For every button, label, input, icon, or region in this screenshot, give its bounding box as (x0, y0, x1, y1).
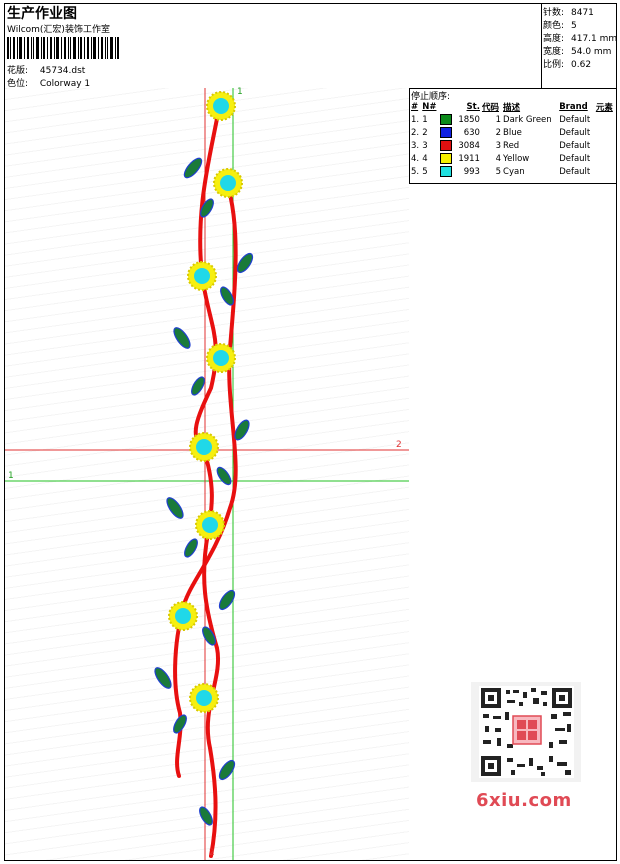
row-element (595, 113, 616, 126)
col-needle: N# (422, 101, 437, 112)
design-file-row: 花版: 45734.dst (7, 63, 85, 76)
row-brand: Default (559, 114, 591, 125)
color-swatch-icon (440, 153, 453, 164)
color-stop-row[interactable]: 3. 3 3084 3 Red Default (410, 139, 616, 152)
row-index: 5. (411, 166, 420, 177)
color-swatch (439, 126, 455, 139)
row-index: 3. (411, 140, 420, 151)
row-index: 2. (411, 127, 420, 138)
row-code: 1 (495, 114, 502, 125)
stat-colors: 颜色: 5 (543, 21, 577, 31)
embroidery-design (5, 88, 409, 860)
color-stop-row[interactable]: 2. 2 630 2 Blue Default (410, 126, 616, 139)
row-element (595, 165, 616, 178)
color-swatch (439, 152, 455, 165)
row-needle: 2 (422, 127, 428, 138)
design-label: 花版: (7, 66, 29, 76)
row-needle: 3 (422, 140, 428, 151)
stat-height: 高度: 417.1 mm (543, 34, 618, 44)
col-stitches: St. (466, 101, 480, 112)
stat-scale: 比例: 0.62 (543, 60, 592, 70)
col-brand: Brand (559, 101, 588, 112)
color-swatch (439, 113, 455, 126)
color-sequence-table: # N# St. 代码 描述 Brand 元素 1. 1 1850 1 Dark Gre… (410, 100, 616, 178)
color-stop-row[interactable]: 1. 1 1850 1 Dark Green Default (410, 113, 616, 126)
row-element (595, 139, 616, 152)
row-code: 5 (495, 166, 502, 177)
row-brand: Default (559, 127, 591, 138)
leaves (154, 157, 254, 826)
guide-label-green: 1 (8, 471, 14, 481)
row-stitches: 993 (463, 166, 480, 177)
design-value: 45734.dst (39, 66, 86, 76)
row-code: 3 (495, 140, 502, 151)
row-stitches: 3084 (458, 140, 480, 151)
row-brand: Default (559, 153, 591, 164)
col-element: 元素 (595, 102, 613, 113)
row-stitches: 1850 (458, 114, 480, 125)
color-swatch-icon (440, 127, 453, 138)
col-index: # (411, 101, 419, 112)
row-stitches: 630 (463, 127, 480, 138)
col-description: 描述 (503, 102, 521, 113)
color-swatch (439, 139, 455, 152)
color-stop-row[interactable]: 5. 5 993 5 Cyan Default (410, 165, 616, 178)
row-code: 2 (495, 127, 502, 138)
design-canvas[interactable]: 1 2 2 1 (5, 87, 409, 860)
qr-code-icon (471, 682, 581, 782)
color-stop-row[interactable]: 4. 4 1911 4 Yellow Default (410, 152, 616, 165)
color-swatch-icon (440, 166, 453, 177)
color-swatch-icon (440, 140, 453, 151)
color-swatch-icon (440, 114, 453, 125)
guide-label-bottom: 2 (209, 848, 215, 858)
row-needle: 1 (422, 114, 428, 125)
row-description: Yellow (503, 153, 530, 164)
row-stitches: 1911 (458, 153, 480, 164)
barcode-icon (7, 37, 119, 59)
row-brand: Default (559, 140, 591, 151)
color-swatch (439, 165, 455, 178)
studio-name: Wilcom(汇宏)装饰工作室 (7, 25, 110, 35)
row-description: Blue (503, 127, 522, 138)
page-title: 生产作业图 (7, 6, 77, 22)
row-description: Dark Green (503, 114, 552, 125)
guide-label-top: 1 (237, 87, 243, 97)
row-index: 1. (411, 114, 420, 125)
stat-stitches: 针数: 8471 (543, 8, 594, 18)
row-code: 4 (495, 153, 502, 164)
row-needle: 5 (422, 166, 428, 177)
row-index: 4. (411, 153, 420, 164)
row-element (595, 126, 616, 139)
row-description: Red (503, 140, 520, 151)
row-brand: Default (559, 166, 591, 177)
col-code: 代码 (481, 102, 499, 113)
row-needle: 4 (422, 153, 428, 164)
guide-label-red: 2 (396, 440, 402, 450)
watermark-text: 6xiu.com (476, 790, 572, 811)
stat-width: 宽度: 54.0 mm (543, 47, 612, 57)
row-element (595, 152, 616, 165)
row-description: Cyan (503, 166, 525, 177)
